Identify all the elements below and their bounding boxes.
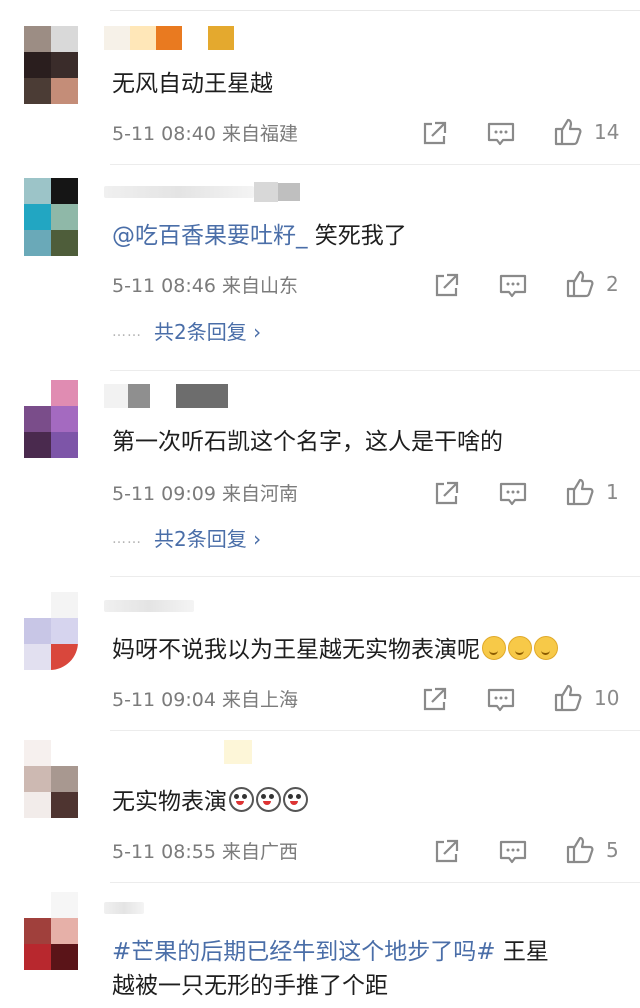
- comment-button[interactable]: [498, 478, 528, 510]
- comment-meta: 5-11 08:46 来自山东: [112, 272, 298, 300]
- username[interactable]: [104, 740, 252, 764]
- like-button[interactable]: 10: [552, 682, 619, 714]
- location: 来自河南: [221, 483, 298, 505]
- view-replies-link[interactable]: …… 共2条回复 ›: [112, 317, 261, 347]
- username[interactable]: [104, 594, 194, 618]
- crazy-face-emoji: [256, 787, 281, 812]
- comment-meta: 5-11 08:55 来自广西: [112, 838, 298, 866]
- user-mention-link[interactable]: @吃百香果要吐籽_: [112, 223, 308, 249]
- divider: [110, 370, 640, 371]
- crazy-face-emoji: [229, 787, 254, 812]
- upside-down-face-emoji: [534, 636, 558, 660]
- share-button[interactable]: [432, 478, 460, 510]
- username[interactable]: [104, 384, 228, 408]
- like-count: 14: [594, 120, 620, 144]
- crazy-face-emoji: [283, 787, 308, 812]
- username[interactable]: [104, 896, 144, 920]
- comment-button[interactable]: [498, 270, 528, 302]
- comment-button[interactable]: [498, 836, 528, 868]
- comment-text: #芒果的后期已经牛到这个地步了吗# 王星: [112, 936, 620, 968]
- comment-text: 妈呀不说我以为王星越无实物表演呢: [112, 634, 620, 666]
- reply-dots: ……: [112, 531, 142, 547]
- comment-icon: [487, 122, 515, 146]
- like-button[interactable]: 1: [564, 476, 619, 508]
- comment-body: 无实物表演: [112, 789, 227, 815]
- location: 来自上海: [221, 689, 298, 711]
- location: 来自广西: [221, 841, 298, 863]
- timestamp: 5-11 09:09: [112, 483, 216, 505]
- share-icon: [423, 687, 447, 711]
- upside-down-face-emoji: [508, 636, 532, 660]
- comment-icon: [499, 274, 527, 298]
- thumbs-up-icon: [554, 118, 582, 146]
- comment-icon: [499, 840, 527, 864]
- comment-text-line2: 越被一只无形的手推了个距: [112, 973, 388, 999]
- comment-icon: [499, 482, 527, 506]
- location: 来自山东: [221, 275, 298, 297]
- avatar[interactable]: [24, 178, 78, 256]
- thumbs-up-icon: [554, 684, 582, 712]
- comment-icon: [487, 688, 515, 712]
- comment-body: 妈呀不说我以为王星越无实物表演呢: [112, 637, 480, 663]
- divider: [110, 164, 640, 165]
- view-replies-link[interactable]: …… 共2条回复 ›: [112, 524, 261, 554]
- thumbs-up-icon: [566, 478, 594, 506]
- divider: [110, 730, 640, 731]
- like-count: 2: [606, 272, 619, 296]
- comment-meta: 5-11 09:04 来自上海: [112, 686, 298, 714]
- topic-hashtag-link[interactable]: #芒果的后期已经牛到这个地步了吗#: [112, 939, 496, 965]
- comment-button[interactable]: [486, 684, 516, 716]
- like-count: 5: [606, 838, 619, 862]
- share-icon: [435, 273, 459, 297]
- timestamp: 5-11 08:55: [112, 841, 216, 863]
- comment-body: 王星: [495, 939, 549, 965]
- like-button[interactable]: 2: [564, 268, 619, 300]
- thumbs-up-icon: [566, 836, 594, 864]
- divider: [110, 882, 640, 883]
- comment-text: 无风自动王星越: [112, 71, 273, 97]
- timestamp: 5-11 08:46: [112, 275, 216, 297]
- comment-text: 无实物表演: [112, 786, 620, 818]
- avatar[interactable]: [24, 740, 78, 818]
- comment-meta: 5-11 08:40 来自福建: [112, 120, 298, 148]
- comment-body: 笑死我了: [307, 223, 407, 249]
- share-button[interactable]: [420, 684, 448, 716]
- comment-meta: 5-11 09:09 来自河南: [112, 480, 298, 508]
- share-icon: [435, 839, 459, 863]
- like-count: 10: [594, 686, 620, 710]
- like-button[interactable]: 14: [552, 116, 619, 148]
- replies-label: 共2条回复 ›: [154, 320, 262, 344]
- timestamp: 5-11 08:40: [112, 123, 216, 145]
- avatar[interactable]: [24, 380, 78, 458]
- timestamp: 5-11 09:04: [112, 689, 216, 711]
- upside-down-face-emoji: [482, 636, 506, 660]
- username[interactable]: [104, 180, 300, 204]
- share-button[interactable]: [432, 836, 460, 868]
- divider: [110, 576, 640, 577]
- avatar[interactable]: [24, 592, 78, 670]
- reply-dots: ……: [112, 324, 142, 340]
- like-button[interactable]: 5: [564, 834, 619, 866]
- location: 来自福建: [221, 123, 298, 145]
- share-button[interactable]: [432, 270, 460, 302]
- share-icon: [423, 121, 447, 145]
- comment-text: @吃百香果要吐籽_ 笑死我了: [112, 220, 620, 252]
- like-count: 1: [606, 480, 619, 504]
- comment-text: 第一次听石凯这个名字，这人是干啥的: [112, 429, 503, 455]
- share-button[interactable]: [420, 118, 448, 150]
- avatar[interactable]: [24, 892, 78, 970]
- replies-label: 共2条回复 ›: [154, 527, 262, 551]
- thumbs-up-icon: [566, 270, 594, 298]
- share-icon: [435, 481, 459, 505]
- divider: [110, 10, 640, 11]
- comment-button[interactable]: [486, 118, 516, 150]
- avatar[interactable]: [24, 26, 78, 104]
- username[interactable]: [104, 26, 234, 50]
